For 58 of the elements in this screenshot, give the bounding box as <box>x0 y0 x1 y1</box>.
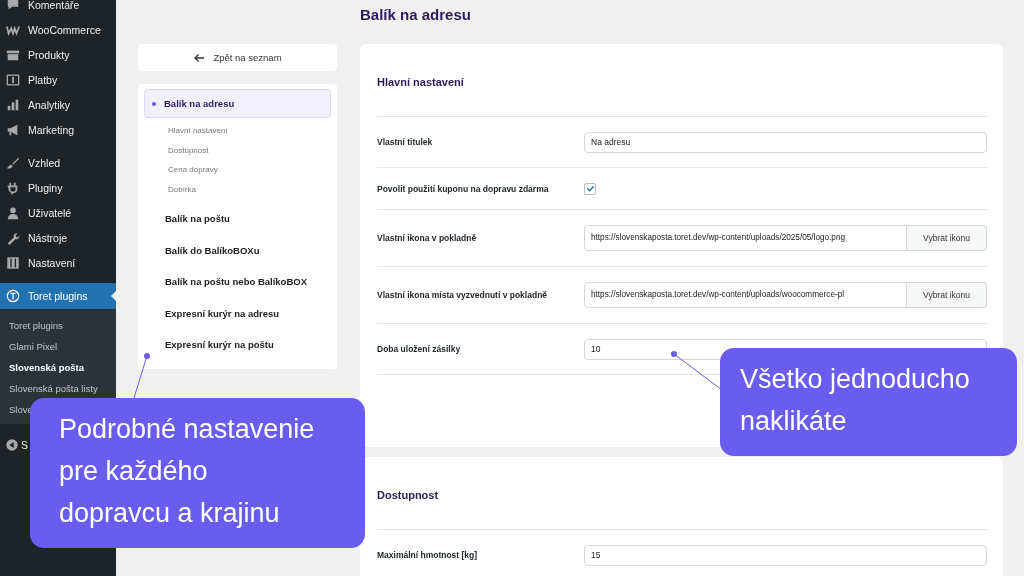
section-title: Dostupnost <box>377 457 987 530</box>
sidebar-item[interactable]: Marketing <box>0 117 79 142</box>
sidebar-item[interactable]: WooCommerce <box>0 17 105 42</box>
field-label: Povolit použití kuponu na dopravu zdarma <box>377 183 550 194</box>
field-label: Doba uložení zásilky <box>377 344 462 354</box>
sidebar-item[interactable]: Komentáře <box>0 0 84 17</box>
plug-icon <box>6 180 20 195</box>
sidebar-item[interactable]: Toret plugins <box>0 283 116 309</box>
sidebar-item[interactable]: Platby <box>0 67 62 92</box>
field-label: Vlastní titulek <box>377 137 434 147</box>
nav-item[interactable]: Balík na poštu <box>144 203 331 235</box>
url-field[interactable]: https://slovenskaposta.toret.dev/wp-content/uploads/2025/05/logo.png <box>584 225 907 251</box>
user-icon <box>6 205 20 220</box>
submenu-item[interactable]: Slovenská pošta listy <box>9 378 98 399</box>
leader-line <box>133 353 150 399</box>
nav-item[interactable]: Balík na poštu nebo BalíkoBOX <box>144 266 331 298</box>
nav-item[interactable]: Balík na adresu <box>144 89 331 118</box>
nav-subitem[interactable]: Hlavní nastavení <box>168 121 331 141</box>
callout-tooltip: Všetko jednoducho naklikáte <box>720 348 1017 456</box>
leader-line <box>671 351 723 391</box>
nav-item[interactable]: Balík do BalíkoBOXu <box>144 234 331 266</box>
text-field[interactable]: 15 <box>584 544 987 566</box>
sidebar-item[interactable]: Nástroje <box>0 225 72 250</box>
nav-item[interactable]: Expresní kurýr na poštu <box>144 329 331 361</box>
sidebar-item[interactable]: S <box>0 432 32 457</box>
megaphone-icon <box>6 122 20 137</box>
checkbox[interactable] <box>584 182 596 195</box>
comment-icon <box>6 0 20 12</box>
nav-subitem[interactable]: Dostupnost <box>168 140 331 160</box>
text-field[interactable]: Na adresu <box>584 131 987 153</box>
arrow-left-icon <box>193 52 206 63</box>
nav-item[interactable]: Expresní kurýr na adresu <box>144 297 331 329</box>
wrench-icon <box>6 230 20 245</box>
callout-tooltip: Podrobné nastavenie pre každého dopravcu a krajinu <box>30 398 365 548</box>
bars-icon <box>6 97 20 112</box>
sidebar-item[interactable]: Analytiky <box>0 92 74 117</box>
nav-subitem[interactable]: Cena dopravy <box>168 160 331 180</box>
section-title: Hlavní nastavení <box>377 44 987 117</box>
settings-icon <box>6 255 20 270</box>
field-label: Vlastní ikona v pokladně <box>377 233 478 243</box>
sidebar-item[interactable]: Produkty <box>0 42 74 67</box>
url-field[interactable]: https://slovenskaposta.toret.dev/wp-content/uploads/woocommerce-pl <box>584 282 907 308</box>
sidebar-item[interactable]: Pluginy <box>0 175 67 200</box>
sidebar-item[interactable]: Vzhled <box>0 150 65 175</box>
sidebar-item[interactable]: Uživatelé <box>0 200 76 225</box>
sidebar-item[interactable]: Nastavení <box>0 250 80 275</box>
circle-letter-icon <box>6 289 20 303</box>
submenu-item[interactable]: Toret plugins <box>9 315 63 336</box>
submenu-item[interactable]: Glami Pixel <box>9 336 58 357</box>
field-label: Vlastní ikona místa vyzvednutí v pokladně <box>377 290 549 300</box>
back-button[interactable]: Zpět na seznam <box>138 44 337 71</box>
submenu-item[interactable]: Slovenská pošta <box>9 357 84 378</box>
page-title: Balík na adresu <box>360 6 472 23</box>
choose-icon-button[interactable]: Vybrat ikonu <box>907 282 987 308</box>
field-label: Maximální hmotnost [kg] <box>377 550 479 560</box>
brush-icon <box>6 155 20 170</box>
nav-subitem[interactable]: Dobírka <box>168 179 331 199</box>
choose-icon-button[interactable]: Vybrat ikonu <box>907 225 987 251</box>
